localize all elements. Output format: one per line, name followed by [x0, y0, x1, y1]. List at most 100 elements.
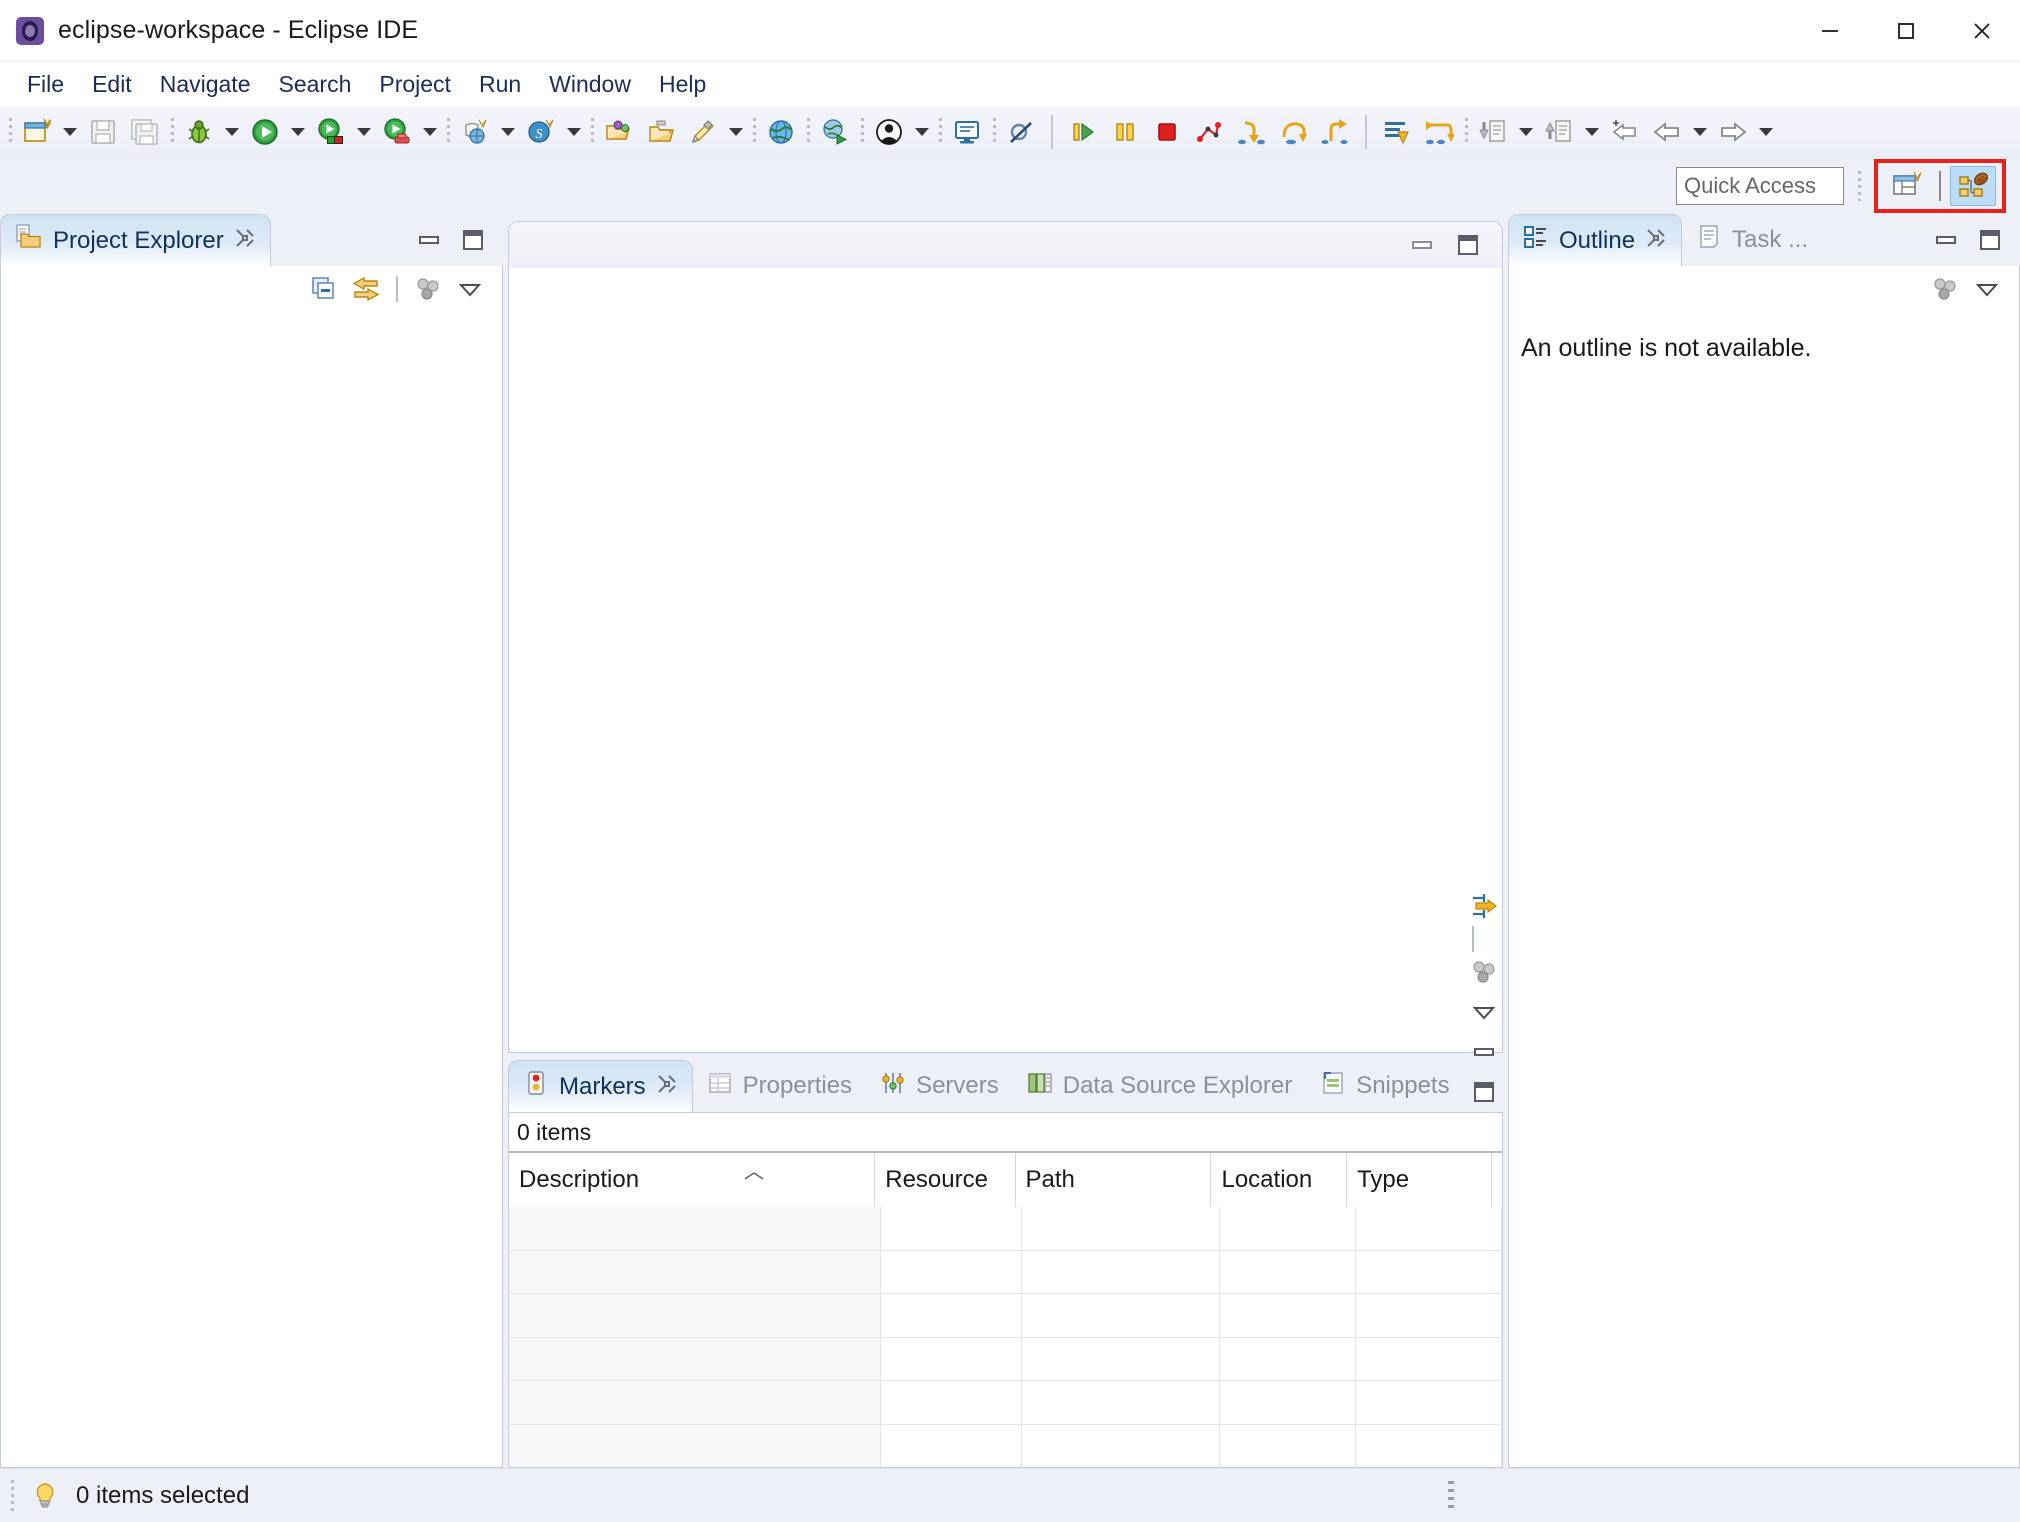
debug-icon[interactable] [178, 111, 220, 153]
pen-dropdown-arrow[interactable] [724, 111, 748, 153]
minimize-part-icon[interactable] [1402, 225, 1442, 265]
step-into-icon[interactable] [1230, 111, 1272, 153]
minimize-part-icon[interactable] [409, 220, 449, 260]
editor-canvas[interactable] [509, 268, 1502, 1052]
table-row[interactable] [509, 1381, 1502, 1425]
menu-help[interactable]: Help [646, 67, 719, 102]
column-header-path[interactable]: Path [1016, 1153, 1212, 1207]
run-icon[interactable] [244, 111, 286, 153]
menu-search[interactable]: Search [265, 67, 364, 102]
link-with-editor-icon[interactable] [346, 269, 386, 309]
minimize-part-icon[interactable] [1926, 220, 1966, 260]
tab-task-list[interactable]: Task ... [1682, 214, 1822, 266]
new-java-project-icon[interactable] [454, 111, 496, 153]
step-return-icon[interactable] [1314, 111, 1356, 153]
view-menu-icon[interactable] [1967, 269, 2007, 309]
tab-servers[interactable]: Servers [866, 1060, 1013, 1112]
coverage-dropdown-arrow[interactable] [418, 111, 442, 153]
view-menu-icon[interactable] [450, 269, 490, 309]
open-package-icon[interactable] [598, 111, 640, 153]
menu-edit[interactable]: Edit [79, 67, 145, 102]
close-tab-icon[interactable] [234, 227, 256, 255]
table-row[interactable] [509, 1294, 1502, 1338]
tab-data-source-explorer[interactable]: Data Source Explorer [1013, 1060, 1306, 1112]
project-explorer-tree[interactable] [1, 312, 502, 1467]
user-account-icon[interactable] [868, 111, 910, 153]
skip-breakpoints-icon[interactable] [1000, 111, 1042, 153]
new-spring-starter-icon[interactable]: S [520, 111, 562, 153]
column-header-resource[interactable]: Resource [875, 1153, 1015, 1207]
maximize-part-icon[interactable] [1970, 220, 2010, 260]
view-menu-icon[interactable] [1464, 992, 1504, 1032]
java-ee-perspective-icon[interactable] [1950, 166, 1996, 206]
forward-icon[interactable] [1712, 111, 1754, 153]
close-tab-icon[interactable] [656, 1073, 678, 1101]
close-icon[interactable] [1944, 0, 2020, 61]
status-bar-grip[interactable] [1448, 1481, 1454, 1511]
menu-project[interactable]: Project [366, 67, 464, 102]
view-menu-dots-icon[interactable] [1925, 269, 1965, 309]
column-header-type[interactable]: Type [1347, 1153, 1492, 1207]
run-external-tools-icon[interactable] [310, 111, 352, 153]
column-header-location[interactable]: Location [1211, 1153, 1347, 1207]
new-wizard-dropdown-arrow[interactable] [58, 111, 82, 153]
close-tab-icon[interactable] [1645, 227, 1667, 255]
view-menu-dots-icon[interactable] [408, 269, 448, 309]
last-edit-dropdown-arrow[interactable] [1514, 111, 1538, 153]
tab-outline[interactable]: Outline [1508, 214, 1682, 266]
terminate-icon[interactable] [1146, 111, 1188, 153]
collapse-all-icon[interactable] [304, 269, 344, 309]
menu-run[interactable]: Run [466, 67, 534, 102]
forward-dropdown-arrow[interactable] [1754, 111, 1778, 153]
back-icon[interactable] [1646, 111, 1688, 153]
maximize-icon[interactable] [1868, 0, 1944, 61]
disconnect-icon[interactable] [1188, 111, 1230, 153]
terminal-icon[interactable] [946, 111, 988, 153]
open-type-icon[interactable] [640, 111, 682, 153]
user-dropdown-arrow[interactable] [910, 111, 934, 153]
menu-navigate[interactable]: Navigate [147, 67, 264, 102]
resume-icon[interactable] [1062, 111, 1104, 153]
quick-access-input[interactable]: Quick Access [1676, 167, 1844, 205]
open-web-browser-icon[interactable] [760, 111, 802, 153]
markers-table-body[interactable] [509, 1207, 1502, 1467]
maximize-part-icon[interactable] [1464, 1072, 1504, 1112]
tab-snippets[interactable]: Snippets [1306, 1060, 1463, 1112]
maximize-part-icon[interactable] [453, 220, 493, 260]
table-row[interactable] [509, 1251, 1502, 1295]
save-all-icon[interactable] [124, 111, 166, 153]
minimize-part-icon[interactable] [1464, 1032, 1504, 1072]
next-edit-location-icon[interactable] [1538, 111, 1580, 153]
table-row[interactable] [509, 1338, 1502, 1382]
next-annotation-icon[interactable] [1376, 111, 1418, 153]
new-wizard-icon[interactable] [16, 111, 58, 153]
back-dropdown-arrow[interactable] [1688, 111, 1712, 153]
new-java-project-dropdown-arrow[interactable] [496, 111, 520, 153]
save-icon[interactable] [82, 111, 124, 153]
column-header-description[interactable]: Description ︿ [509, 1153, 875, 1207]
group-by-icon[interactable] [1464, 886, 1504, 926]
table-row[interactable] [509, 1207, 1502, 1251]
debug-dropdown-arrow[interactable] [220, 111, 244, 153]
menu-file[interactable]: File [14, 67, 77, 102]
suspend-icon[interactable] [1104, 111, 1146, 153]
status-bar-handle[interactable] [4, 1476, 20, 1516]
maximize-part-icon[interactable] [1448, 225, 1488, 265]
run-web-app-icon[interactable] [814, 111, 856, 153]
back-new-icon[interactable] [1604, 111, 1646, 153]
view-menu-dots-icon[interactable] [1464, 952, 1504, 992]
run-dropdown-arrow[interactable] [286, 111, 310, 153]
previous-annotation-icon[interactable] [1418, 111, 1460, 153]
tab-markers[interactable]: Markers [508, 1060, 693, 1112]
spring-dropdown-arrow[interactable] [562, 111, 586, 153]
next-edit-dropdown-arrow[interactable] [1580, 111, 1604, 153]
run-coverage-icon[interactable] [376, 111, 418, 153]
last-edit-location-icon[interactable] [1472, 111, 1514, 153]
menu-window[interactable]: Window [536, 67, 644, 102]
table-row[interactable] [509, 1425, 1502, 1468]
step-over-icon[interactable] [1272, 111, 1314, 153]
open-perspective-icon[interactable] [1884, 166, 1930, 206]
tab-properties[interactable]: Properties [693, 1060, 866, 1112]
pen-annotate-icon[interactable] [682, 111, 724, 153]
minimize-icon[interactable] [1792, 0, 1868, 61]
